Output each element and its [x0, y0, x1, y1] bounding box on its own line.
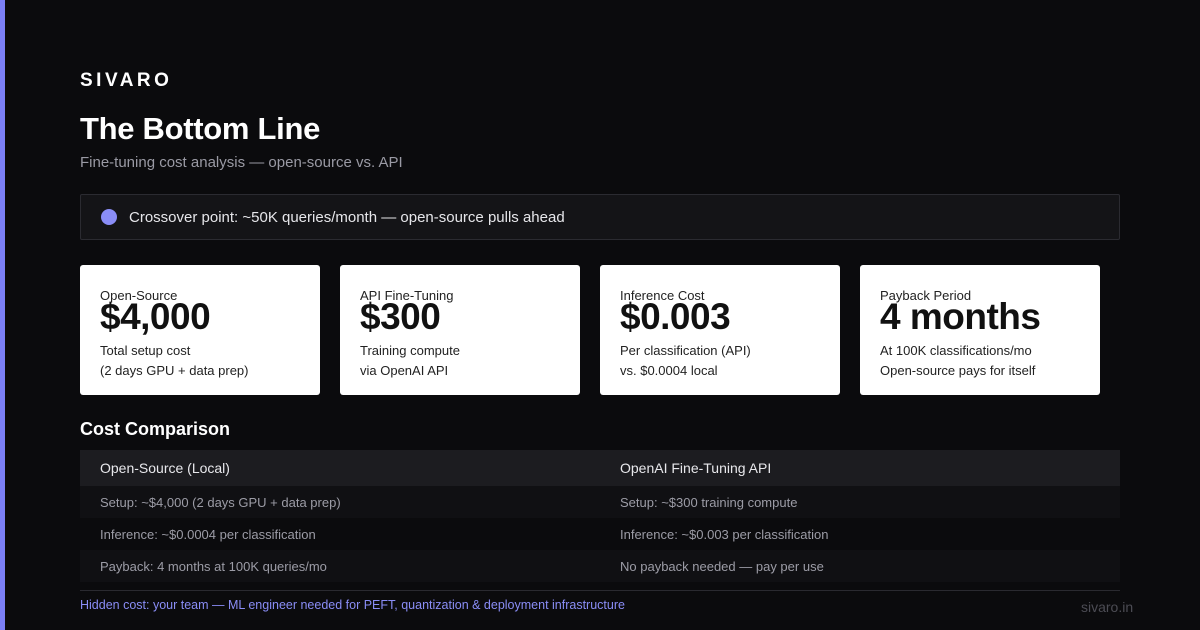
- card-value: $300: [360, 296, 441, 337]
- table-row: Setup: ~$4,000 (2 days GPU + data prep): [80, 486, 600, 518]
- card-desc-line: (2 days GPU + data prep): [100, 363, 249, 378]
- table-row: Inference: ~$0.0004 per classification: [100, 526, 316, 542]
- hidden-cost-footnote: Hidden cost: your team — ML engineer nee…: [80, 598, 625, 612]
- card-description: Total setup cost (2 days GPU + data prep…: [100, 341, 249, 381]
- brand-logo: SIVARO: [80, 70, 173, 91]
- metric-card-api-fine-tuning: API Fine-Tuning $300 Training compute vi…: [340, 265, 580, 395]
- accent-bar: [0, 0, 5, 630]
- card-value: $4,000: [100, 296, 211, 337]
- table-row: No payback needed — pay per use: [600, 550, 1120, 582]
- callout-text: Crossover point: ~50K queries/month — op…: [129, 208, 565, 226]
- card-desc-line: vs. $0.0004 local: [620, 363, 718, 378]
- card-value: 4 months: [880, 296, 1041, 337]
- metric-card-inference-cost: Inference Cost $0.003 Per classification…: [600, 265, 840, 395]
- card-description: Training compute via OpenAI API: [360, 341, 460, 381]
- page-subtitle: Fine-tuning cost analysis — open-source …: [80, 154, 403, 171]
- card-desc-line: Open-source pays for itself: [880, 363, 1036, 378]
- card-desc-line: Training compute: [360, 343, 460, 358]
- section-title-cost-comparison: Cost Comparison: [80, 419, 231, 439]
- footer-divider: [80, 590, 1120, 591]
- status-dot-icon: [101, 209, 117, 225]
- crossover-callout: Crossover point: ~50K queries/month — op…: [80, 194, 1120, 240]
- table-row: Setup: ~$300 training compute: [600, 486, 1120, 518]
- page-title: The Bottom Line: [80, 111, 321, 146]
- card-desc-line: At 100K classifications/mo: [880, 343, 1032, 358]
- card-desc-line: via OpenAI API: [360, 363, 449, 378]
- card-description: At 100K classifications/mo Open-source p…: [880, 341, 1035, 381]
- card-desc-line: Per classification (API): [620, 343, 751, 358]
- card-desc-line: Total setup cost: [100, 343, 191, 358]
- column-header: OpenAI Fine-Tuning API: [600, 450, 1120, 486]
- card-description: Per classification (API) vs. $0.0004 loc…: [620, 341, 751, 381]
- table-row: Inference: ~$0.003 per classification: [620, 526, 829, 542]
- site-url[interactable]: sivaro.in: [1081, 599, 1133, 615]
- card-value: $0.003: [620, 296, 731, 337]
- comparison-column-open-source: Open-Source (Local) Setup: ~$4,000 (2 da…: [80, 450, 600, 582]
- metric-card-open-source: Open-Source $4,000 Total setup cost (2 d…: [80, 265, 320, 395]
- metric-card-payback-period: Payback Period 4 months At 100K classifi…: [860, 265, 1100, 395]
- comparison-column-openai-api: OpenAI Fine-Tuning API Setup: ~$300 trai…: [600, 450, 1120, 582]
- table-row: Payback: 4 months at 100K queries/mo: [80, 550, 600, 582]
- column-header: Open-Source (Local): [80, 450, 600, 486]
